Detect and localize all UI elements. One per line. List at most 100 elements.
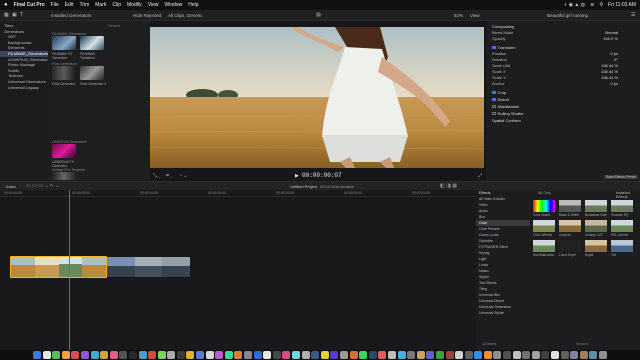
dock-app-icon[interactable] (474, 351, 483, 359)
generator-thumbnail[interactable] (52, 66, 76, 80)
dock-app-icon[interactable] (32, 351, 41, 359)
all-only-toggle[interactable]: All Only (538, 191, 551, 195)
inspector-row-distort[interactable]: Distort (488, 97, 638, 103)
dock-app-icon[interactable] (551, 351, 560, 359)
library-popup[interactable]: Installed Generators (51, 13, 92, 18)
dock-app-icon[interactable] (416, 351, 425, 359)
menu-window[interactable]: Window (164, 2, 182, 8)
menu-mark[interactable]: Mark (95, 2, 106, 8)
dock-app-icon[interactable] (224, 351, 233, 359)
row-value[interactable]: 0 px (610, 51, 618, 57)
dock-app-icon[interactable] (378, 351, 387, 359)
checkbox-icon[interactable] (492, 90, 496, 94)
apple-menu-icon[interactable]: ● (4, 2, 8, 8)
menu-view[interactable]: View (148, 2, 159, 8)
inspector-row-scale-y[interactable]: Scale Y 136.44 % (488, 75, 638, 81)
photos-icon[interactable]: ▣ (12, 12, 17, 18)
sidebar-item[interactable]: Universal Legacy (0, 85, 48, 91)
dock-app-icon[interactable] (244, 351, 253, 359)
dock-app-icon[interactable] (128, 351, 137, 359)
generator-thumbnail[interactable] (52, 144, 76, 158)
row-value[interactable]: 100.0 % (603, 36, 618, 42)
dock-app-icon[interactable] (80, 351, 89, 359)
checkbox-icon[interactable] (492, 45, 496, 49)
generator-thumbnail[interactable] (52, 36, 76, 50)
checkbox-icon[interactable] (492, 104, 496, 108)
effect-thumbnail[interactable] (559, 200, 581, 212)
inspector-toggle-icon[interactable]: ☰ (631, 12, 635, 18)
dock-app-icon[interactable] (263, 351, 272, 359)
generator-thumbnail[interactable] (52, 172, 76, 180)
dock-app-icon[interactable] (119, 351, 128, 359)
video-frame[interactable] (150, 27, 484, 168)
dock-app-icon[interactable] (138, 351, 147, 359)
index-button[interactable]: Index (6, 184, 16, 189)
dock-app-icon[interactable] (512, 351, 521, 359)
dock-app-icon[interactable] (272, 351, 281, 359)
menu-file[interactable]: File (51, 2, 59, 8)
row-value[interactable]: 136.44 % (601, 75, 618, 81)
dock-app-icon[interactable] (435, 351, 444, 359)
playhead[interactable] (69, 190, 70, 350)
fullscreen-icon[interactable]: ⤢ (478, 173, 482, 179)
dock-app-icon[interactable] (292, 351, 301, 359)
checkbox-icon[interactable] (492, 97, 496, 101)
dock-app-icon[interactable] (301, 351, 310, 359)
hide-rejected-popup[interactable]: Hide Rejected (133, 13, 161, 18)
dock-app-icon[interactable] (157, 351, 166, 359)
inspector-row-rotation[interactable]: Rotation 0° (488, 57, 638, 63)
sidebar-item[interactable]: Universal Generators (0, 79, 48, 85)
skimming-icons[interactable]: ◧ ◨ ▦ (440, 183, 457, 189)
dock-app-icon[interactable] (368, 351, 377, 359)
inspector-row-scale-x[interactable]: Scale X 136.44 % (488, 69, 638, 75)
dock-app-icon[interactable] (176, 351, 185, 359)
dock-app-icon[interactable] (426, 351, 435, 359)
library-icon[interactable]: ▦ (4, 12, 9, 18)
dock-app-icon[interactable] (541, 351, 550, 359)
search-input[interactable]: Search (108, 24, 120, 28)
dock-app-icon[interactable] (359, 351, 368, 359)
dock-app-icon[interactable] (167, 351, 176, 359)
checkbox-icon[interactable] (492, 111, 496, 115)
sidebar-item-selected[interactable]: FILMMAK_Generators (0, 50, 48, 57)
dock-app-icon[interactable] (455, 351, 464, 359)
inspector-section-title[interactable]: Compositing (492, 24, 514, 29)
dock-app-icon[interactable] (42, 351, 51, 359)
dock-app-icon[interactable] (339, 351, 348, 359)
dock-app-icon[interactable] (387, 351, 396, 359)
effect-thumbnail[interactable] (559, 240, 581, 252)
speed-icon[interactable]: ◔ ⌄ (179, 173, 188, 179)
dock-app-icon[interactable] (90, 351, 99, 359)
play-button[interactable]: ▶ (295, 173, 299, 179)
dock-app-icon[interactable] (397, 351, 406, 359)
inspector-row-crop[interactable]: Crop (488, 90, 638, 96)
dock-app-icon[interactable] (205, 351, 214, 359)
dock-app-icon[interactable] (186, 351, 195, 359)
status-icons[interactable]: ◐ ◉ ▲ ◍ (564, 2, 585, 8)
dock-app-icon[interactable] (570, 351, 579, 359)
menu-help[interactable]: Help (188, 2, 198, 8)
zoom-popup[interactable]: 52% (454, 13, 463, 18)
dock-app-icon[interactable] (109, 351, 118, 359)
effect-thumbnail[interactable] (611, 240, 633, 252)
row-value[interactable]: Normal (605, 30, 618, 36)
effect-thumbnail[interactable] (585, 220, 607, 232)
effect-thumbnail[interactable] (533, 220, 555, 232)
dock-app-icon[interactable] (522, 351, 531, 359)
clock[interactable]: Fri 11:03 AM (608, 2, 636, 8)
dock-app-icon[interactable] (330, 351, 339, 359)
effect-thumbnail[interactable] (585, 200, 607, 212)
dock-app-icon[interactable] (234, 351, 243, 359)
row-value[interactable]: 136.44 % (601, 69, 618, 75)
dock-app-icon[interactable] (483, 351, 492, 359)
search-icon[interactable]: ⚲ (599, 2, 603, 8)
dock-app-icon[interactable] (196, 351, 205, 359)
inspector-row-spatial-conform[interactable]: Spatial Conform (488, 118, 638, 124)
dock-app-icon[interactable] (282, 351, 291, 359)
effect-thumbnail[interactable] (585, 240, 607, 252)
dock-app-icon[interactable] (531, 351, 540, 359)
dock-app-icon[interactable] (560, 351, 569, 359)
video-clip-selected[interactable] (10, 256, 107, 278)
dock-app-icon[interactable] (445, 351, 454, 359)
dock-app-icon[interactable] (407, 351, 416, 359)
